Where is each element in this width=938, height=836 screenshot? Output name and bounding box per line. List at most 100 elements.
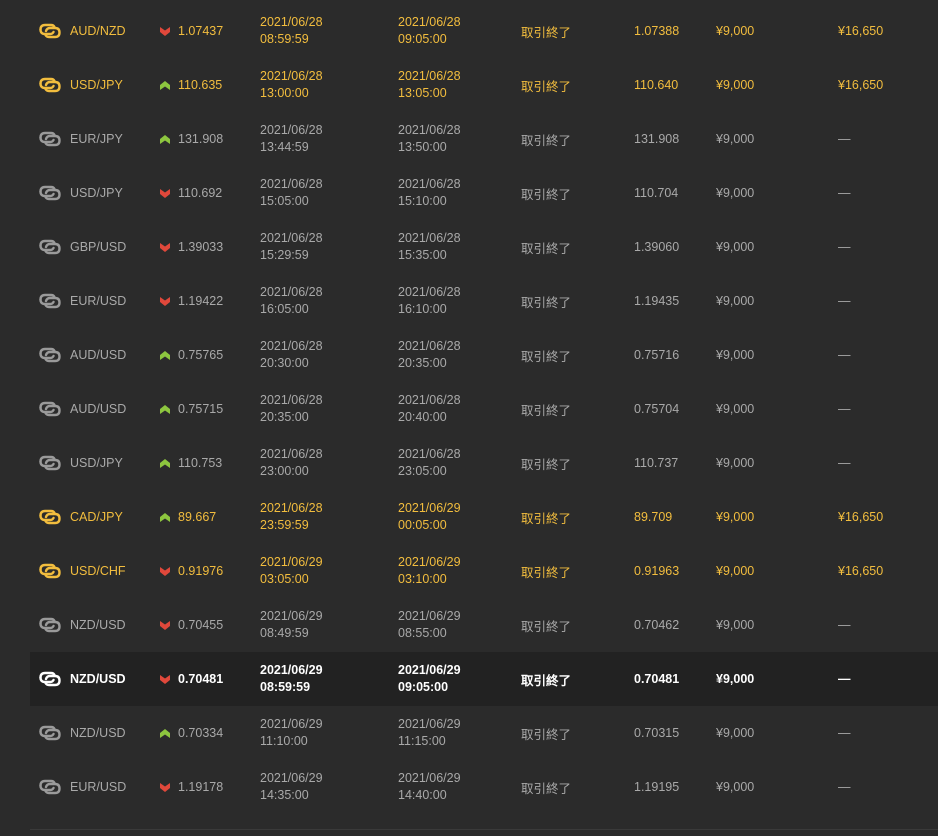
trade-row[interactable]: CAD/JPY 89.667 2021/06/28 23:59:59 2021/06/2… bbox=[30, 490, 938, 544]
close-rate-cell: 1.07388 bbox=[634, 4, 679, 58]
entry-time: 20:35:00 bbox=[260, 410, 309, 424]
entry-date: 2021/06/28 bbox=[260, 339, 323, 353]
entry-time-cell: 2021/06/29 03:05:00 bbox=[260, 544, 323, 598]
close-rate-cell: 0.70481 bbox=[634, 652, 679, 706]
trade-row[interactable]: USD/CHF 0.91976 2021/06/29 03:05:00 2021/06/… bbox=[30, 544, 938, 598]
pair-cell: NZD/USD bbox=[38, 706, 126, 760]
entry-rate: 0.75765 bbox=[178, 348, 224, 362]
payout-cell: — bbox=[838, 652, 851, 706]
close-rate: 110.737 bbox=[634, 456, 679, 470]
pair-cell: AUD/NZD bbox=[38, 4, 126, 58]
entry-rate: 0.70481 bbox=[178, 672, 224, 686]
purchase-amount: ¥9,000 bbox=[716, 186, 755, 200]
status-cell: 取引終了 bbox=[521, 58, 571, 112]
status-text: 取引終了 bbox=[521, 295, 572, 310]
exit-time: 09:05:00 bbox=[398, 32, 447, 46]
close-rate-cell: 89.709 bbox=[634, 490, 672, 544]
payout-cell: — bbox=[838, 436, 851, 490]
entry-time-cell: 2021/06/28 20:30:00 bbox=[260, 328, 323, 382]
exit-time-cell: 2021/06/28 16:10:00 bbox=[398, 274, 461, 328]
trade-row[interactable]: AUD/USD 0.75715 2021/06/28 20:35:00 2021/06/… bbox=[30, 382, 938, 436]
payout-amount: — bbox=[838, 132, 851, 146]
trade-row[interactable]: EUR/JPY 131.908 2021/06/28 13:44:59 2021/06/… bbox=[30, 112, 938, 166]
amount-cell: ¥9,000 bbox=[716, 652, 754, 706]
trade-row[interactable]: NZD/USD 0.70481 2021/06/29 08:59:59 2021/06/… bbox=[30, 652, 938, 706]
trade-row[interactable]: USD/JPY 110.692 2021/06/28 15:05:00 2021/06/… bbox=[30, 166, 938, 220]
entry-date: 2021/06/29 bbox=[260, 663, 323, 677]
amount-cell: ¥9,000 bbox=[716, 274, 754, 328]
trade-row[interactable]: USD/JPY 110.635 2021/06/28 13:00:00 2021/06/… bbox=[30, 58, 938, 112]
exit-time-cell: 2021/06/29 00:05:00 bbox=[398, 490, 461, 544]
close-rate: 0.75716 bbox=[634, 348, 680, 362]
exit-date: 2021/06/28 bbox=[398, 231, 461, 245]
exit-time-cell: 2021/06/28 23:05:00 bbox=[398, 436, 461, 490]
status-text: 取引終了 bbox=[521, 457, 572, 472]
high-arrow-icon bbox=[160, 350, 170, 360]
low-arrow-icon bbox=[160, 620, 170, 630]
close-rate: 0.70481 bbox=[634, 672, 680, 686]
trade-row[interactable]: AUD/USD 0.75765 2021/06/28 20:30:00 2021/06/… bbox=[30, 328, 938, 382]
table-bottom-divider bbox=[30, 829, 938, 830]
entry-time-cell: 2021/06/28 23:00:00 bbox=[260, 436, 323, 490]
pair-label: USD/JPY bbox=[70, 186, 123, 200]
entry-time-cell: 2021/06/28 08:59:59 bbox=[260, 4, 323, 58]
entry-time: 13:00:00 bbox=[260, 86, 309, 100]
close-rate: 110.640 bbox=[634, 78, 679, 92]
trade-row[interactable]: GBP/USD 1.39033 2021/06/28 15:29:59 2021/06/… bbox=[30, 220, 938, 274]
trade-history-table: AUD/NZD 1.07437 2021/06/28 08:59:59 2021/06/… bbox=[30, 4, 938, 814]
currency-pair-icon bbox=[38, 238, 62, 256]
pair-cell: USD/CHF bbox=[38, 544, 126, 598]
exit-date: 2021/06/28 bbox=[398, 447, 461, 461]
low-arrow-icon bbox=[160, 296, 170, 306]
exit-time: 15:35:00 bbox=[398, 248, 447, 262]
entry-time: 08:49:59 bbox=[260, 626, 309, 640]
entry-date: 2021/06/28 bbox=[260, 285, 323, 299]
payout-amount: — bbox=[838, 726, 851, 740]
payout-cell: — bbox=[838, 166, 851, 220]
entry-date: 2021/06/28 bbox=[260, 231, 323, 245]
trade-row[interactable]: NZD/USD 0.70334 2021/06/29 11:10:00 2021/06/… bbox=[30, 706, 938, 760]
entry-time: 20:30:00 bbox=[260, 356, 309, 370]
status-text: 取引終了 bbox=[521, 565, 572, 580]
exit-date: 2021/06/29 bbox=[398, 771, 461, 785]
pair-cell: AUD/USD bbox=[38, 382, 126, 436]
exit-time-cell: 2021/06/29 14:40:00 bbox=[398, 760, 461, 814]
exit-date: 2021/06/28 bbox=[398, 393, 461, 407]
exit-time-cell: 2021/06/29 03:10:00 bbox=[398, 544, 461, 598]
pair-cell: GBP/USD bbox=[38, 220, 126, 274]
currency-pair-icon bbox=[38, 562, 62, 580]
status-text: 取引終了 bbox=[521, 673, 572, 688]
entry-time: 08:59:59 bbox=[260, 32, 309, 46]
payout-cell: — bbox=[838, 382, 851, 436]
trade-row[interactable]: EUR/USD 1.19422 2021/06/28 16:05:00 2021/06/… bbox=[30, 274, 938, 328]
trade-row[interactable]: AUD/NZD 1.07437 2021/06/28 08:59:59 2021/06/… bbox=[30, 4, 938, 58]
currency-pair-icon bbox=[38, 778, 62, 796]
trade-row[interactable]: USD/JPY 110.753 2021/06/28 23:00:00 2021/06/… bbox=[30, 436, 938, 490]
pair-label: USD/CHF bbox=[70, 564, 126, 578]
exit-time: 14:40:00 bbox=[398, 788, 447, 802]
currency-pair-icon bbox=[38, 292, 62, 310]
exit-time: 20:35:00 bbox=[398, 356, 447, 370]
exit-time-cell: 2021/06/28 13:50:00 bbox=[398, 112, 461, 166]
entry-date: 2021/06/28 bbox=[260, 447, 323, 461]
close-rate: 0.75704 bbox=[634, 402, 680, 416]
amount-cell: ¥9,000 bbox=[716, 436, 754, 490]
pair-label: NZD/USD bbox=[70, 726, 126, 740]
close-rate: 1.07388 bbox=[634, 24, 680, 38]
trade-row[interactable]: EUR/USD 1.19178 2021/06/29 14:35:00 2021/06/… bbox=[30, 760, 938, 814]
close-rate: 89.709 bbox=[634, 510, 673, 524]
entry-time-cell: 2021/06/29 08:59:59 bbox=[260, 652, 323, 706]
entry-time-cell: 2021/06/28 16:05:00 bbox=[260, 274, 323, 328]
currency-pair-icon bbox=[38, 346, 62, 364]
exit-date: 2021/06/28 bbox=[398, 15, 461, 29]
trade-row[interactable]: NZD/USD 0.70455 2021/06/29 08:49:59 2021/06/… bbox=[30, 598, 938, 652]
status-cell: 取引終了 bbox=[521, 652, 571, 706]
status-cell: 取引終了 bbox=[521, 706, 571, 760]
pair-cell: EUR/JPY bbox=[38, 112, 123, 166]
pair-label: EUR/USD bbox=[70, 780, 127, 794]
entry-date: 2021/06/28 bbox=[260, 69, 323, 83]
purchase-amount: ¥9,000 bbox=[716, 240, 755, 254]
entry-time: 23:59:59 bbox=[260, 518, 309, 532]
status-cell: 取引終了 bbox=[521, 328, 571, 382]
entry-time: 03:05:00 bbox=[260, 572, 309, 586]
